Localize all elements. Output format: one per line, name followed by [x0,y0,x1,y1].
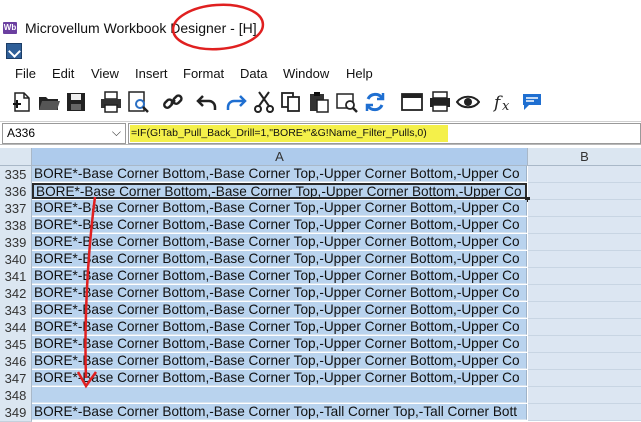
printer-icon[interactable] [426,88,454,116]
cell-b[interactable] [528,183,641,200]
cell-b[interactable] [528,302,641,319]
spreadsheet-grid[interactable]: A B 335 BORE*-Base Corner Bottom,-Base Co… [0,148,641,422]
cell-b[interactable] [528,370,641,387]
cell-a[interactable]: BORE*-Base Corner Bottom,-Base Corner To… [32,251,527,267]
cell-a[interactable]: BORE*-Base Corner Bottom,-Base Corner To… [32,302,527,318]
cell-b[interactable] [528,200,641,217]
document-menu-icon[interactable] [6,43,22,59]
column-header-b[interactable]: B [528,148,641,166]
save-icon[interactable] [62,88,90,116]
row-header[interactable]: 336 [0,183,32,201]
row-header[interactable]: 343 [0,302,32,320]
menu-file[interactable]: File [15,66,36,81]
undo-icon[interactable] [193,88,221,116]
comment-icon[interactable] [518,88,546,116]
cell-a[interactable]: BORE*-Base Corner Bottom,-Base Corner To… [32,370,527,386]
row-header[interactable]: 337 [0,200,32,218]
cell-a[interactable]: BORE*-Base Corner Bottom,-Base Corner To… [32,217,527,233]
find-icon[interactable] [333,88,361,116]
formula-bar: A336 ⌵ =IF(G!Tab_Pull_Back_Drill=1,"BORE… [0,121,641,145]
formula-text: =IF(G!Tab_Pull_Back_Drill=1,"BORE*"&G!Na… [131,127,427,139]
formula-input[interactable]: =IF(G!Tab_Pull_Back_Drill=1,"BORE*"&G!Na… [128,123,641,144]
toolbar: fx [0,86,641,118]
menu-help[interactable]: Help [346,66,373,81]
column-header-a[interactable]: A [32,148,528,166]
select-all-corner[interactable] [0,148,32,166]
function-icon[interactable]: fx [490,88,518,116]
cut-icon[interactable] [250,88,278,116]
menu-edit[interactable]: Edit [52,66,74,81]
menu-format[interactable]: Format [183,66,224,81]
app-icon: Wb [3,22,17,34]
redo-icon[interactable] [222,88,250,116]
link-icon[interactable] [159,88,187,116]
document-control-bar [0,40,641,60]
chevron-down-icon[interactable]: ⌵ [112,125,121,140]
cell-b[interactable] [528,336,641,353]
cell-a[interactable]: BORE*-Base Corner Bottom,-Base Corner To… [32,166,527,182]
paste-icon[interactable] [305,88,333,116]
menu-window[interactable]: Window [283,66,329,81]
open-folder-icon[interactable] [35,88,63,116]
row-header[interactable]: 341 [0,268,32,286]
cell-b[interactable] [528,251,641,268]
row-header[interactable]: 340 [0,251,32,269]
cell-b[interactable] [528,217,641,234]
window-icon[interactable] [398,88,426,116]
row-header[interactable]: 339 [0,234,32,252]
cell-b[interactable] [528,353,641,370]
row-header[interactable]: 338 [0,217,32,235]
cell-b[interactable] [528,234,641,251]
cell-b[interactable] [528,387,641,404]
name-box[interactable]: A336 ⌵ [2,123,126,144]
menu-insert[interactable]: Insert [135,66,168,81]
cell-a[interactable]: BORE*-Base Corner Bottom,-Base Corner To… [32,200,527,216]
row-header[interactable]: 346 [0,353,32,371]
active-cell[interactable]: BORE*-Base Corner Bottom,-Base Corner To… [32,183,527,199]
cell-b[interactable] [528,166,641,183]
cell-a[interactable]: BORE*-Base Corner Bottom,-Base Corner To… [32,336,527,352]
refresh-icon[interactable] [361,88,389,116]
svg-text:x: x [502,99,510,114]
cell-a[interactable] [32,387,527,403]
name-box-value: A336 [7,126,36,140]
cell-b[interactable] [528,268,641,285]
cell-a[interactable]: BORE*-Base Corner Bottom,-Base Corner To… [32,285,527,301]
cell-a[interactable]: BORE*-Base Corner Bottom,-Base Corner To… [32,268,527,284]
cell-a[interactable]: BORE*-Base Corner Bottom,-Base Corner To… [32,234,527,250]
row-header[interactable]: 348 [0,387,32,405]
window-title: Microvellum Workbook Designer - [H] [25,20,257,36]
cell-a[interactable]: BORE*-Base Corner Bottom,-Base Corner To… [32,404,527,420]
row-header[interactable]: 335 [0,166,32,184]
title-bar: Wb Microvellum Workbook Designer - [H] [0,0,641,41]
new-sheet-icon[interactable] [8,88,36,116]
cell-a[interactable]: BORE*-Base Corner Bottom,-Base Corner To… [32,353,527,369]
row-header[interactable]: 347 [0,370,32,388]
row-header[interactable]: 344 [0,319,32,337]
cell-b[interactable] [528,285,641,302]
menu-bar: File Edit View Insert Format Data Window… [0,62,641,84]
cell-b[interactable] [528,404,641,421]
copy-icon[interactable] [277,88,305,116]
print-icon[interactable] [97,88,125,116]
view-eye-icon[interactable] [454,88,482,116]
menu-view[interactable]: View [91,66,119,81]
row-header[interactable]: 345 [0,336,32,354]
cell-b[interactable] [528,319,641,336]
cell-a[interactable]: BORE*-Base Corner Bottom,-Base Corner To… [32,319,527,335]
row-header[interactable]: 342 [0,285,32,303]
row-header[interactable]: 349 [0,404,32,422]
menu-data[interactable]: Data [240,66,267,81]
print-preview-icon[interactable] [124,88,152,116]
